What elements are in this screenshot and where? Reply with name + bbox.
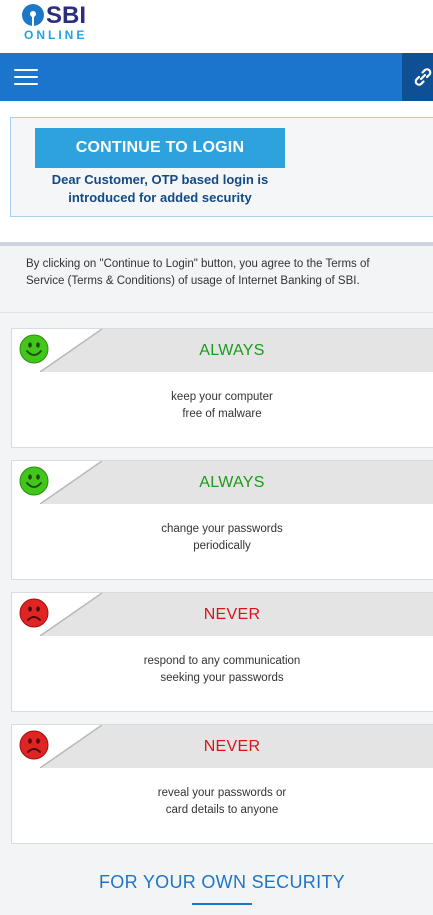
link-icon <box>414 68 432 86</box>
hamburger-menu-icon[interactable] <box>14 69 38 87</box>
smiley-icon <box>19 334 49 364</box>
security-tip-card: ALWAYS keep your computer free of malwar… <box>11 328 433 448</box>
tip-line-1: respond to any communication <box>143 655 301 667</box>
security-section-title: FOR YOUR OWN SECURITY <box>99 872 345 892</box>
tip-title: NEVER <box>203 606 261 623</box>
tip-line-1: change your passwords <box>161 523 283 535</box>
tip-text: reveal your passwords or card details to… <box>12 785 432 819</box>
otp-login-notice: Dear Customer, OTP based login is introd… <box>51 172 269 205</box>
link-icon-button[interactable] <box>402 53 433 101</box>
tip-text: change your passwords periodically <box>12 521 432 555</box>
sad-face-icon <box>19 598 49 628</box>
tip-title: ALWAYS <box>199 342 265 359</box>
tip-line-2: periodically <box>193 540 251 552</box>
header-brand-bar: SBI ONLINE <box>0 0 433 53</box>
smiley-icon <box>19 466 49 496</box>
tip-text: keep your computer free of malware <box>12 389 432 423</box>
tip-line-2: card details to anyone <box>165 804 279 816</box>
security-tip-card: ALWAYS change your passwords periodicall… <box>11 460 433 580</box>
logo-subtext: ONLINE <box>24 28 88 42</box>
security-tip-card: NEVER reveal your passwords or card deta… <box>11 724 433 844</box>
top-navbar <box>0 53 433 101</box>
sad-face-icon <box>19 730 49 760</box>
terms-separator <box>0 312 433 313</box>
tip-text: respond to any communication seeking you… <box>12 653 432 687</box>
title-underline <box>192 903 252 905</box>
tip-line-1: reveal your passwords or <box>157 787 287 799</box>
terms-notice: By clicking on "Continue to Login" butto… <box>26 258 370 287</box>
login-panel: CONTINUE TO LOGIN Dear Customer, OTP bas… <box>10 117 433 217</box>
security-tip-card: NEVER respond to any communication seeki… <box>11 592 433 712</box>
tip-title: NEVER <box>203 738 261 755</box>
tip-line-2: free of malware <box>182 408 262 420</box>
sbi-online-logo[interactable]: SBI ONLINE <box>22 2 102 42</box>
tip-line-1: keep your computer <box>171 391 273 403</box>
tip-line-2: seeking your passwords <box>160 672 284 684</box>
sbi-logo-icon <box>22 4 44 26</box>
continue-to-login-button[interactable]: CONTINUE TO LOGIN <box>35 128 285 168</box>
tip-title: ALWAYS <box>199 474 265 491</box>
logo-text: SBI <box>46 2 87 29</box>
